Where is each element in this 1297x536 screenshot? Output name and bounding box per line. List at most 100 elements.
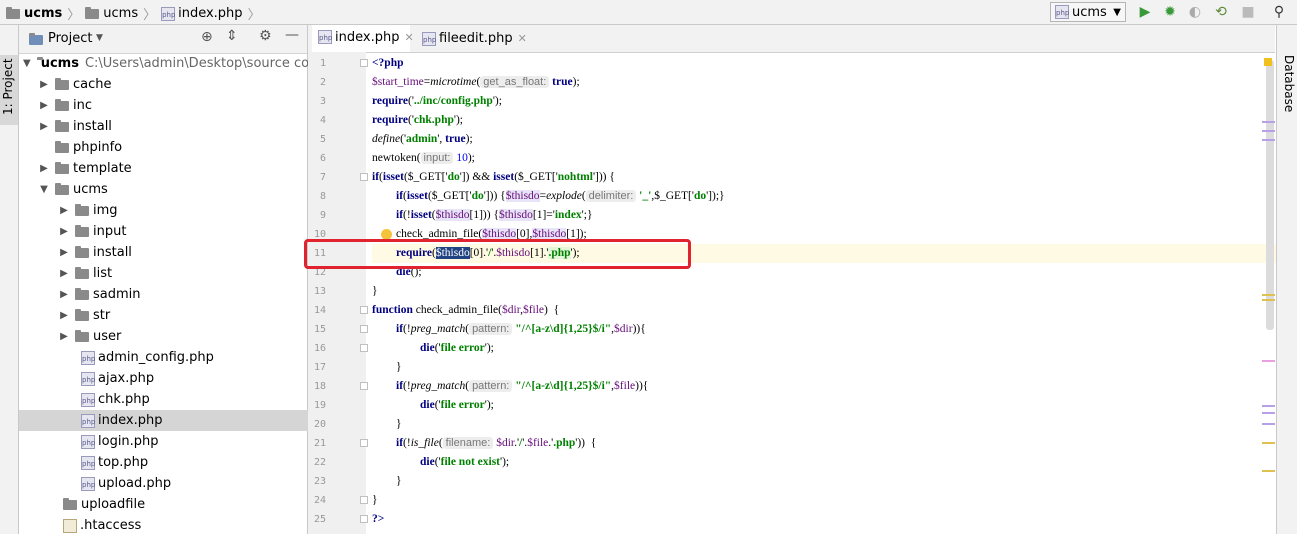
chevron-right-icon[interactable]: ▶ xyxy=(59,289,69,300)
chevron-right-icon[interactable]: ▶ xyxy=(59,268,69,279)
tree-item-str[interactable]: ▶ str xyxy=(19,305,347,326)
collapse-all-icon[interactable]: ⇕ xyxy=(226,28,238,44)
code-token: isset xyxy=(410,209,432,221)
code-token: ,$_GET[' xyxy=(651,190,694,202)
tree-item-inc[interactable]: ▶ inc xyxy=(19,95,327,116)
code-token: $start_time xyxy=(372,76,424,88)
code-token: index xyxy=(554,209,582,221)
close-icon[interactable]: ✕ xyxy=(518,32,527,45)
code-token: $file xyxy=(614,380,636,392)
chevron-right-icon[interactable]: ▶ xyxy=(59,247,69,258)
code-token: check_admin_file( xyxy=(412,304,502,316)
tree-item-install[interactable]: ▶ install xyxy=(19,116,327,137)
code-token: ); xyxy=(572,76,580,88)
chevron-right-icon[interactable]: ▶ xyxy=(39,163,49,174)
tree-item-template[interactable]: ▶ template xyxy=(19,158,327,179)
folder-icon xyxy=(55,161,69,174)
tab-fileedit-php[interactable]: php fileedit.php ✕ xyxy=(416,25,527,52)
tab-label: index.php xyxy=(335,29,400,45)
scroll-marker[interactable] xyxy=(1262,423,1275,425)
tree-item-user[interactable]: ▶ user xyxy=(19,326,347,347)
folder-icon xyxy=(55,119,69,132)
line-number: 3 xyxy=(319,96,326,107)
parameter-hint: pattern: xyxy=(469,323,513,335)
tree-item-phpinfo[interactable]: phpinfo xyxy=(19,137,343,158)
folder-icon xyxy=(55,140,69,153)
code-token: preg_match xyxy=(410,380,466,392)
chevron-right-icon[interactable]: ▶ xyxy=(59,310,69,321)
scroll-marker[interactable] xyxy=(1262,139,1275,141)
fold-marker[interactable] xyxy=(360,439,368,447)
tree-item-htaccess[interactable]: .htaccess xyxy=(19,515,351,536)
chevron-right-icon[interactable]: ▶ xyxy=(39,79,49,90)
fold-marker[interactable] xyxy=(360,382,368,390)
scroll-marker[interactable] xyxy=(1262,294,1275,296)
tree-item-label: install xyxy=(73,119,112,134)
minimize-icon[interactable]: — xyxy=(285,27,299,43)
code-token: do xyxy=(447,171,460,183)
tree-item-sadmin[interactable]: ▶ sadmin xyxy=(19,284,347,305)
code-token: if xyxy=(396,209,404,221)
code-token: )){ xyxy=(632,323,646,335)
debug-icon[interactable]: ✹ xyxy=(1161,3,1179,21)
line-number: 14 xyxy=(313,305,326,316)
scroll-marker[interactable] xyxy=(1262,360,1275,362)
tree-item-input[interactable]: ▶ input xyxy=(19,221,347,242)
search-icon[interactable]: ⚲ xyxy=(1270,3,1288,21)
crosshair-icon[interactable]: ⊕ xyxy=(201,29,213,45)
scroll-marker[interactable] xyxy=(1262,299,1275,301)
run-icon[interactable]: ▶ xyxy=(1136,3,1154,21)
breadcrumb-file[interactable]: index.php xyxy=(178,6,242,21)
warning-marker[interactable] xyxy=(1264,58,1272,66)
tab-label: fileedit.php xyxy=(439,31,513,46)
fold-marker[interactable] xyxy=(360,344,368,352)
tree-item-install-sub[interactable]: ▶ install xyxy=(19,242,347,263)
scroll-marker[interactable] xyxy=(1262,405,1275,407)
chevron-down-icon: ▼ xyxy=(1113,6,1121,18)
chevron-right-icon[interactable]: ▶ xyxy=(39,100,49,111)
code-token: $thisdo xyxy=(498,209,533,221)
scroll-marker[interactable] xyxy=(1262,412,1275,414)
stop-icon[interactable]: ■ xyxy=(1239,3,1257,21)
breadcrumb-folder[interactable]: ucms xyxy=(103,6,138,21)
scroll-marker[interactable] xyxy=(1262,130,1275,132)
chevron-right-icon[interactable]: ▶ xyxy=(59,226,69,237)
line-number: 7 xyxy=(319,172,326,183)
tab-index-php[interactable]: php index.php ✕ xyxy=(312,25,414,52)
project-tool-label[interactable]: 1: Project xyxy=(1,58,15,115)
fold-marker[interactable] xyxy=(360,325,368,333)
chevron-right-icon[interactable]: ▶ xyxy=(59,205,69,216)
tree-item-ucms[interactable]: ▼ ucms xyxy=(19,179,327,200)
tree-item-cache[interactable]: ▶ cache xyxy=(19,74,327,95)
gear-icon[interactable]: ⚙ xyxy=(259,28,272,44)
line-number: 1 xyxy=(319,58,326,69)
scroll-marker[interactable] xyxy=(1262,121,1275,123)
reload-icon[interactable]: ⟲ xyxy=(1212,3,1230,21)
fold-marker[interactable] xyxy=(360,306,368,314)
fold-marker[interactable] xyxy=(360,173,368,181)
chevron-down-icon[interactable]: ▼ xyxy=(23,58,31,69)
chevron-right-icon[interactable]: ▶ xyxy=(39,121,49,132)
tree-item-label: top.php xyxy=(98,455,149,470)
fold-marker[interactable] xyxy=(360,515,368,523)
chevron-right-icon[interactable]: ▶ xyxy=(59,331,69,342)
run-configuration-select[interactable]: php ucms ▼ xyxy=(1050,2,1126,22)
root-path: C:\Users\admin\Desktop\source cod xyxy=(84,56,311,71)
breadcrumb-project[interactable]: ucms xyxy=(24,6,62,21)
database-tool-button[interactable]: Database xyxy=(1282,55,1296,112)
close-icon[interactable]: ✕ xyxy=(404,31,413,44)
project-view-select[interactable]: Project xyxy=(48,31,92,46)
tree-item-list[interactable]: ▶ list xyxy=(19,263,347,284)
tree-root[interactable]: ▼ ucms C:\Users\admin\Desktop\source cod xyxy=(19,53,311,74)
coverage-icon[interactable]: ◐ xyxy=(1186,3,1204,21)
fold-marker[interactable] xyxy=(360,496,368,504)
code-token: nohtml xyxy=(557,171,593,183)
tree-item-uploadfile[interactable]: uploadfile xyxy=(19,494,351,515)
tree-item-img[interactable]: ▶ img xyxy=(19,200,347,221)
scrollbar-thumb[interactable] xyxy=(1266,60,1274,330)
chevron-down-icon[interactable]: ▼ xyxy=(39,184,49,195)
caret-down-icon[interactable]: ▼ xyxy=(96,33,103,43)
scroll-marker[interactable] xyxy=(1262,470,1275,472)
fold-marker[interactable] xyxy=(360,59,368,67)
scroll-marker[interactable] xyxy=(1262,442,1275,444)
